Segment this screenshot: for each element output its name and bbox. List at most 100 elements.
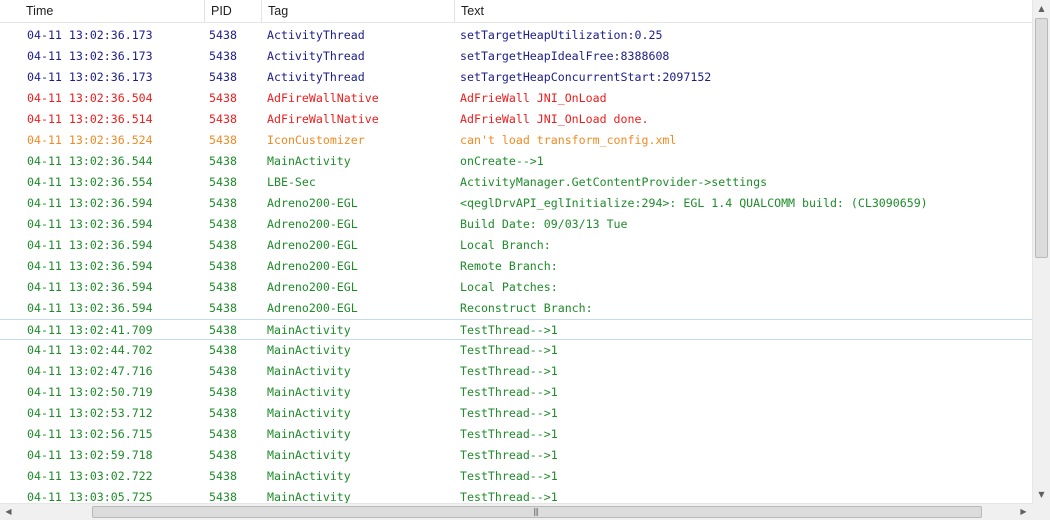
log-tag: MainActivity: [267, 154, 351, 168]
log-time: 04-11 13:02:36.173: [27, 28, 153, 42]
log-row[interactable]: 04-11 13:02:36.524 5438 IconCustomizer can'…: [0, 130, 1032, 151]
log-row[interactable]: 04-11 13:02:36.173 5438 ActivityThread setT…: [0, 67, 1032, 88]
log-tag: AdFireWallNative: [267, 91, 379, 105]
arrow-left-icon[interactable]: ◀: [0, 504, 17, 520]
horizontal-scrollbar[interactable]: ◀ ||| ▶: [0, 503, 1032, 520]
column-header-tag[interactable]: Tag: [261, 0, 454, 22]
log-tag: ActivityThread: [267, 28, 365, 42]
log-row[interactable]: 04-11 13:02:36.594 5438 Adreno200-EGL Recon…: [0, 298, 1032, 319]
log-tag: MainActivity: [267, 343, 351, 357]
column-header-pid[interactable]: PID: [204, 0, 261, 22]
log-rows: 04-11 13:02:36.173 5438 ActivityThread setT…: [0, 25, 1032, 503]
log-text: Reconstruct Branch:: [460, 301, 593, 315]
log-text: TestThread-->1: [460, 323, 558, 337]
log-time: 04-11 13:02:36.594: [27, 238, 153, 252]
log-row[interactable]: 04-11 13:02:36.594 5438 Adreno200-EGL Build…: [0, 214, 1032, 235]
log-tag: MainActivity: [267, 406, 351, 420]
vertical-scroll-thumb[interactable]: [1035, 18, 1048, 258]
log-time: 04-11 13:02:36.594: [27, 280, 153, 294]
log-text: Build Date: 09/03/13 Tue: [460, 217, 628, 231]
log-row[interactable]: 04-11 13:02:50.719 5438 MainActivity TestTh…: [0, 382, 1032, 403]
log-tag: MainActivity: [267, 364, 351, 378]
log-time: 04-11 13:02:36.173: [27, 70, 153, 84]
log-pid: 5438: [209, 154, 237, 168]
log-pid: 5438: [209, 364, 237, 378]
log-time: 04-11 13:02:59.718: [27, 448, 153, 462]
log-time: 04-11 13:02:53.712: [27, 406, 153, 420]
log-text: Local Branch:: [460, 238, 551, 252]
log-time: 04-11 13:02:36.524: [27, 133, 153, 147]
log-time: 04-11 13:03:05.725: [27, 490, 153, 503]
log-pid: 5438: [209, 406, 237, 420]
log-row[interactable]: 04-11 13:02:36.544 5438 MainActivity onCrea…: [0, 151, 1032, 172]
log-row[interactable]: 04-11 13:03:02.722 5438 MainActivity TestTh…: [0, 466, 1032, 487]
horizontal-scroll-thumb[interactable]: |||: [92, 506, 982, 518]
log-pid: 5438: [209, 133, 237, 147]
column-header-text[interactable]: Text: [454, 0, 1032, 22]
log-tag: MainActivity: [267, 469, 351, 483]
log-row[interactable]: 04-11 13:02:53.712 5438 MainActivity TestTh…: [0, 403, 1032, 424]
log-pid: 5438: [209, 112, 237, 126]
log-text: AdFrieWall JNI_OnLoad: [460, 91, 607, 105]
log-row[interactable]: 04-11 13:02:36.594 5438 Adreno200-EGL Local…: [0, 235, 1032, 256]
log-pid: 5438: [209, 238, 237, 252]
log-text: TestThread-->1: [460, 364, 558, 378]
log-pid: 5438: [209, 343, 237, 357]
log-tag: Adreno200-EGL: [267, 217, 358, 231]
log-pid: 5438: [209, 323, 237, 337]
log-tag: AdFireWallNative: [267, 112, 379, 126]
log-tag: ActivityThread: [267, 49, 365, 63]
log-tag: Adreno200-EGL: [267, 259, 358, 273]
log-time: 04-11 13:02:36.594: [27, 301, 153, 315]
log-pid: 5438: [209, 469, 237, 483]
grip-icon: |||: [533, 507, 539, 516]
log-text: TestThread-->1: [460, 427, 558, 441]
scrollbar-corner: [1032, 503, 1050, 520]
log-time: 04-11 13:02:36.504: [27, 91, 153, 105]
log-row[interactable]: 04-11 13:02:36.173 5438 ActivityThread setT…: [0, 46, 1032, 67]
log-time: 04-11 13:02:36.514: [27, 112, 153, 126]
arrow-up-icon[interactable]: ▲: [1033, 0, 1050, 17]
log-row[interactable]: 04-11 13:02:36.514 5438 AdFireWallNative Ad…: [0, 109, 1032, 130]
log-row[interactable]: 04-11 13:02:41.709 5438 MainActivity TestTh…: [0, 319, 1032, 340]
arrow-down-icon[interactable]: ▼: [1033, 486, 1050, 503]
vertical-scrollbar[interactable]: ▲ ▼: [1032, 0, 1050, 503]
log-tag: Adreno200-EGL: [267, 301, 358, 315]
log-row[interactable]: 04-11 13:02:36.173 5438 ActivityThread setT…: [0, 25, 1032, 46]
log-row[interactable]: 04-11 13:02:36.594 5438 Adreno200-EGL Remot…: [0, 256, 1032, 277]
log-text: TestThread-->1: [460, 490, 558, 503]
log-row[interactable]: 04-11 13:02:44.702 5438 MainActivity TestTh…: [0, 340, 1032, 361]
log-pid: 5438: [209, 448, 237, 462]
log-time: 04-11 13:02:36.594: [27, 217, 153, 231]
log-pid: 5438: [209, 385, 237, 399]
log-row[interactable]: 04-11 13:03:05.725 5438 MainActivity TestTh…: [0, 487, 1032, 503]
log-pid: 5438: [209, 70, 237, 84]
log-pid: 5438: [209, 280, 237, 294]
log-tag: Adreno200-EGL: [267, 280, 358, 294]
log-time: 04-11 13:02:36.173: [27, 49, 153, 63]
log-pid: 5438: [209, 196, 237, 210]
log-pid: 5438: [209, 427, 237, 441]
log-row[interactable]: 04-11 13:02:47.716 5438 MainActivity TestTh…: [0, 361, 1032, 382]
log-time: 04-11 13:02:47.716: [27, 364, 153, 378]
log-time: 04-11 13:02:41.709: [27, 323, 153, 337]
log-row[interactable]: 04-11 13:02:36.594 5438 Adreno200-EGL <qegl…: [0, 193, 1032, 214]
log-row[interactable]: 04-11 13:02:59.718 5438 MainActivity TestTh…: [0, 445, 1032, 466]
log-time: 04-11 13:02:36.554: [27, 175, 153, 189]
log-tag: MainActivity: [267, 385, 351, 399]
log-text: TestThread-->1: [460, 448, 558, 462]
log-pid: 5438: [209, 259, 237, 273]
log-row[interactable]: 04-11 13:02:36.554 5438 LBE-Sec ActivityMan…: [0, 172, 1032, 193]
log-text: <qeglDrvAPI_eglInitialize:294>: EGL 1.4 …: [460, 196, 928, 210]
log-text: AdFrieWall JNI_OnLoad done.: [460, 112, 649, 126]
column-header-time[interactable]: Time: [20, 0, 204, 22]
log-time: 04-11 13:03:02.722: [27, 469, 153, 483]
log-pid: 5438: [209, 28, 237, 42]
log-row[interactable]: 04-11 13:02:56.715 5438 MainActivity TestTh…: [0, 424, 1032, 445]
log-pid: 5438: [209, 175, 237, 189]
log-row[interactable]: 04-11 13:02:36.504 5438 AdFireWallNative Ad…: [0, 88, 1032, 109]
arrow-right-icon[interactable]: ▶: [1015, 504, 1032, 520]
log-tag: MainActivity: [267, 427, 351, 441]
log-row[interactable]: 04-11 13:02:36.594 5438 Adreno200-EGL Local…: [0, 277, 1032, 298]
log-text: setTargetHeapConcurrentStart:2097152: [460, 70, 712, 84]
